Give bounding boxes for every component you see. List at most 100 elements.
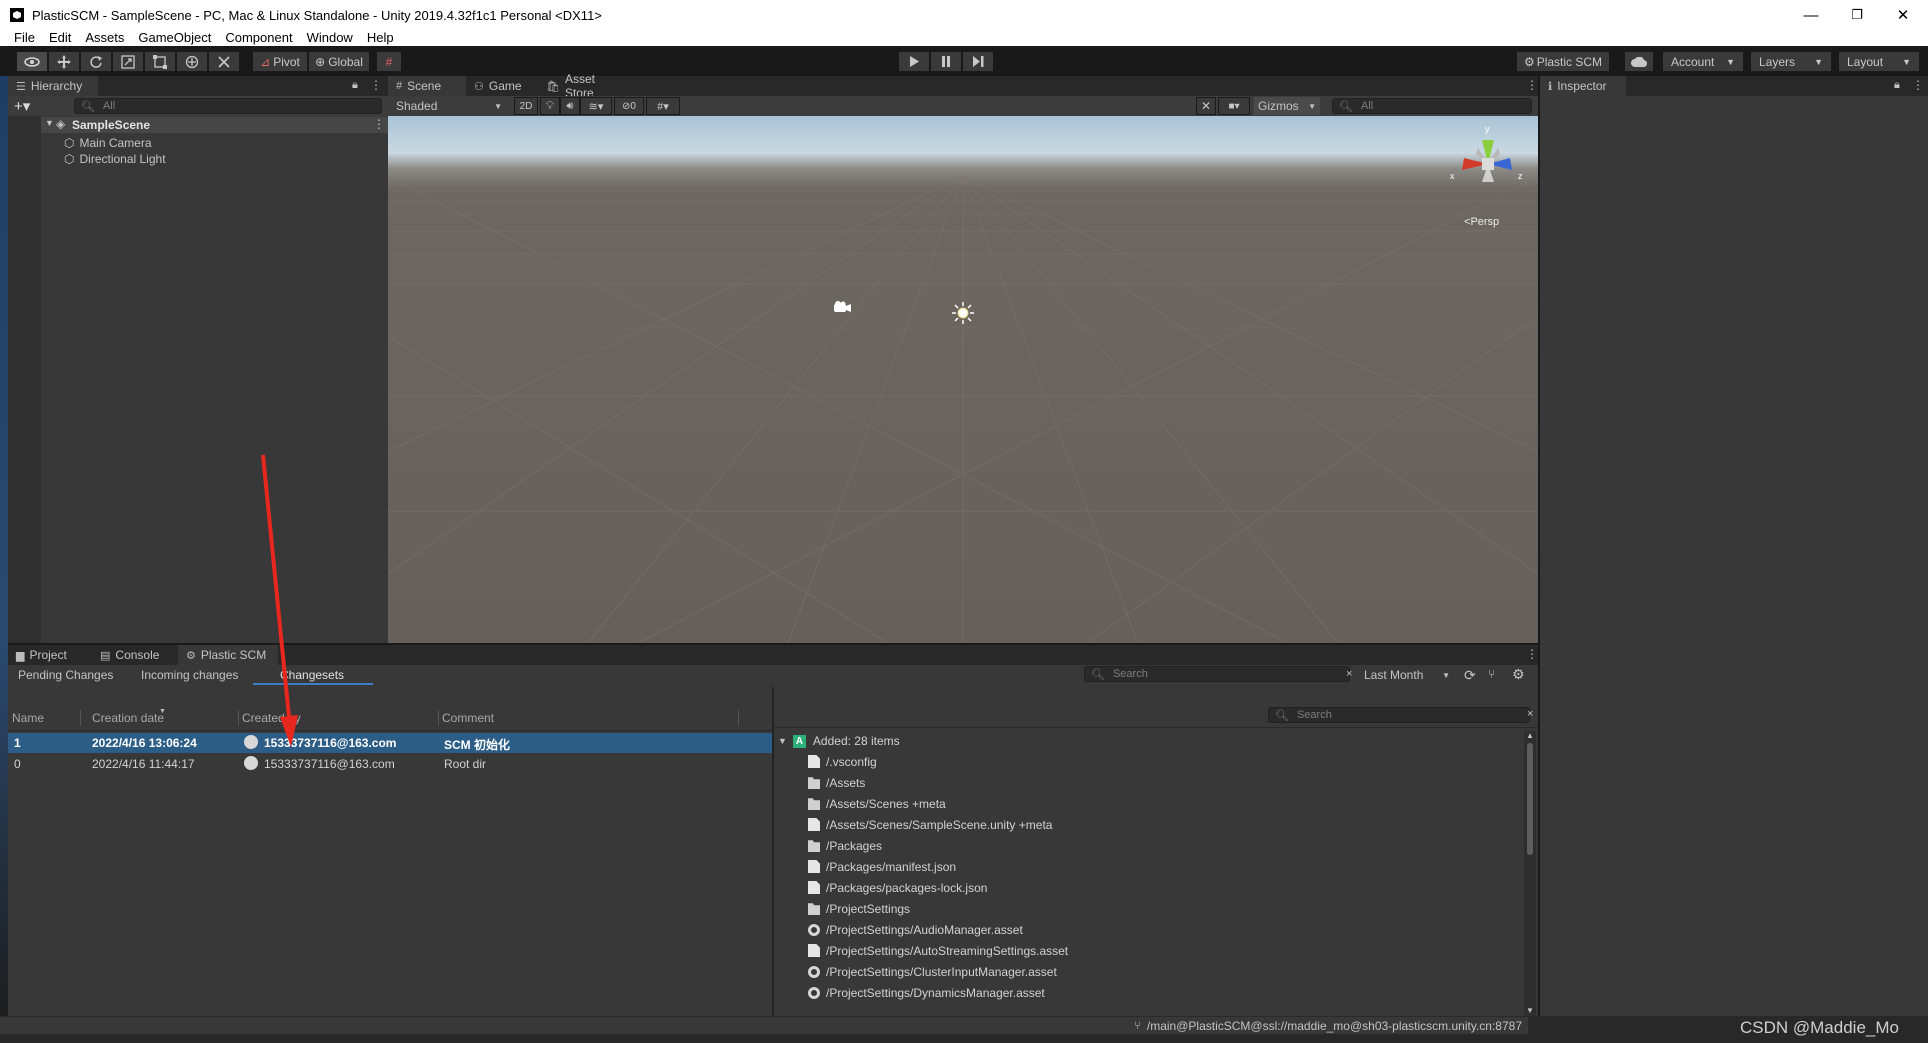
column-separator[interactable] (80, 710, 81, 726)
list-item[interactable]: /Packages/manifest.json (808, 856, 956, 877)
menu-component[interactable]: Component (225, 30, 292, 46)
camera-dropdown[interactable]: ■▾ (1218, 97, 1250, 115)
menu-gameobject[interactable]: GameObject (138, 30, 211, 46)
tab-scene[interactable]: # Scene (388, 76, 466, 96)
more-menu-icon[interactable]: ⋮ (1526, 647, 1538, 661)
table-row[interactable]: 1 2022/4/16 13:06:24 15333737116@163.com… (8, 733, 773, 753)
refresh-icon[interactable]: ⟳ (1464, 667, 1476, 684)
scene-tools-button[interactable]: ✕ (1196, 97, 1216, 115)
scene-search-input[interactable]: 🔍︎ All (1332, 98, 1532, 114)
pause-button[interactable] (930, 51, 962, 72)
lighting-toggle[interactable]: 💡︎ (540, 97, 560, 115)
scene-row[interactable]: ▼ ◈ SampleScene ⋮ (41, 117, 388, 133)
details-scrollbar[interactable]: ▲ ▼ (1524, 731, 1536, 1018)
custom-tool-button[interactable] (208, 51, 240, 72)
menu-edit[interactable]: Edit (49, 30, 71, 46)
step-button[interactable] (962, 51, 994, 72)
list-item[interactable]: /ProjectSettings/DynamicsManager.asset (808, 982, 1045, 1003)
more-menu-icon[interactable]: ⋮ (370, 78, 382, 92)
list-item[interactable]: /Assets/Scenes/SampleScene.unity +meta (808, 814, 1052, 835)
minimize-button[interactable]: — (1788, 0, 1834, 30)
column-creation-date[interactable]: Creation date (92, 707, 164, 729)
column-name[interactable]: Name (12, 707, 44, 729)
list-item[interactable]: /Packages (808, 835, 882, 856)
list-item[interactable]: /ProjectSettings/ClusterInputManager.ass… (808, 961, 1057, 982)
maximize-button[interactable]: ❐ (1834, 0, 1880, 30)
list-item[interactable]: /ProjectSettings/AutoStreamingSettings.a… (808, 940, 1068, 961)
changesets-search-input[interactable]: 🔍︎ Search (1084, 666, 1350, 682)
hidden-objects-toggle[interactable]: ⊘ 0 (614, 97, 644, 115)
list-item[interactable]: /Packages/packages-lock.json (808, 877, 987, 898)
scroll-down-arrow-icon[interactable]: ▼ (1526, 1006, 1534, 1015)
column-comment[interactable]: Comment (442, 707, 494, 729)
list-item[interactable]: /ProjectSettings/AudioManager.asset (808, 919, 1023, 940)
scene-viewport[interactable]: y x z ▫ <Persp (388, 116, 1538, 643)
current-branch-label[interactable]: /main@PlasticSCM@ssl://maddie_mo@sh03-pl… (1147, 1019, 1522, 1033)
scrollbar-thumb[interactable] (1527, 743, 1533, 855)
branch-icon[interactable]: ⑂ (1488, 667, 1495, 681)
list-item[interactable]: /ProjectSettings (808, 898, 910, 919)
audio-toggle[interactable]: 🔊︎ (560, 97, 580, 115)
column-separator[interactable] (738, 710, 739, 726)
date-filter-dropdown[interactable]: Last Month ▼ (1358, 666, 1456, 684)
tab-asset-store[interactable]: 🛍︎ Asset Store (538, 72, 634, 100)
pivot-toggle[interactable]: ⊿ Pivot (252, 51, 308, 72)
details-search-input[interactable]: 🔍︎ Search (1268, 707, 1530, 723)
hierarchy-search-input[interactable]: 🔍︎ All (74, 98, 382, 114)
more-menu-icon[interactable]: ⋮ (1526, 78, 1538, 92)
column-separator[interactable] (238, 710, 239, 726)
scale-tool-button[interactable] (112, 51, 144, 72)
transform-tool-button[interactable] (176, 51, 208, 72)
subtab-incoming-changes[interactable]: Incoming changes (141, 668, 238, 682)
hierarchy-item[interactable]: ⬡ Directional Light (64, 149, 166, 169)
collab-cloud-button[interactable] (1624, 51, 1654, 72)
gizmos-dropdown[interactable]: Gizmos ▼ (1254, 97, 1320, 115)
grid-snap-button[interactable]: # (376, 51, 402, 72)
tab-game[interactable]: ⚇ Game (466, 76, 536, 96)
clear-search-icon[interactable]: × (1527, 708, 1533, 720)
2d-toggle[interactable]: 2D (514, 97, 538, 115)
list-item[interactable]: /Assets/Scenes +meta (808, 793, 946, 814)
rotate-tool-button[interactable] (80, 51, 112, 72)
tab-console[interactable]: ▤ Console (92, 645, 172, 665)
lock-icon[interactable]: 🔒︎ (1894, 79, 1900, 92)
orientation-gizmo[interactable]: y x z ▫ <Persp (1448, 124, 1528, 228)
menu-assets[interactable]: Assets (85, 30, 124, 46)
menu-help[interactable]: Help (367, 30, 394, 46)
create-add-icon[interactable]: +▾ (14, 97, 30, 115)
rect-tool-button[interactable] (144, 51, 176, 72)
layers-dropdown[interactable]: Layers ▼ (1750, 51, 1832, 72)
scroll-up-arrow-icon[interactable]: ▲ (1526, 731, 1534, 740)
more-menu-icon[interactable]: ⋮ (1912, 78, 1924, 92)
tab-project[interactable]: ▆ Project (8, 645, 88, 665)
settings-gear-icon[interactable]: ⚙ (1512, 666, 1525, 683)
table-row[interactable]: 0 2022/4/16 11:44:17 15333737116@163.com… (8, 754, 773, 774)
close-button[interactable]: ✕ (1880, 0, 1926, 30)
list-item[interactable]: /.vsconfig (808, 751, 877, 772)
grid-dropdown[interactable]: #▾ (646, 97, 680, 115)
persp-label[interactable]: <Persp (1464, 216, 1499, 228)
camera-gizmo-icon[interactable] (832, 300, 852, 314)
lock-view-icon[interactable]: ▫ (1518, 126, 1521, 136)
added-group-row[interactable]: ▼ A Added: 28 items (778, 731, 1518, 751)
list-item[interactable]: /Assets (808, 772, 865, 793)
tab-hierarchy[interactable]: ☰ Hierarchy (8, 76, 98, 96)
layout-dropdown[interactable]: Layout ▼ (1838, 51, 1920, 72)
menu-file[interactable]: File (14, 30, 35, 46)
lock-icon[interactable]: 🔒︎ (352, 79, 358, 92)
effects-dropdown[interactable]: ≋▾ (580, 97, 612, 115)
view-tool-button[interactable] (16, 51, 48, 72)
play-button[interactable] (898, 51, 930, 72)
global-toggle[interactable]: ⊕ Global (308, 51, 370, 72)
move-tool-button[interactable] (48, 51, 80, 72)
directional-light-gizmo-icon[interactable] (951, 301, 975, 325)
clear-search-icon[interactable]: × (1346, 668, 1352, 680)
shading-mode-dropdown[interactable]: Shaded ▼ (390, 97, 508, 115)
subtab-pending-changes[interactable]: Pending Changes (18, 668, 113, 682)
menu-window[interactable]: Window (307, 30, 353, 46)
column-separator[interactable] (438, 710, 439, 726)
scene-menu-icon[interactable]: ⋮ (373, 117, 385, 131)
plastic-scm-button[interactable]: ⚙ Plastic SCM (1516, 51, 1610, 72)
account-dropdown[interactable]: Account ▼ (1662, 51, 1744, 72)
tab-inspector[interactable]: ℹ Inspector (1540, 76, 1626, 96)
